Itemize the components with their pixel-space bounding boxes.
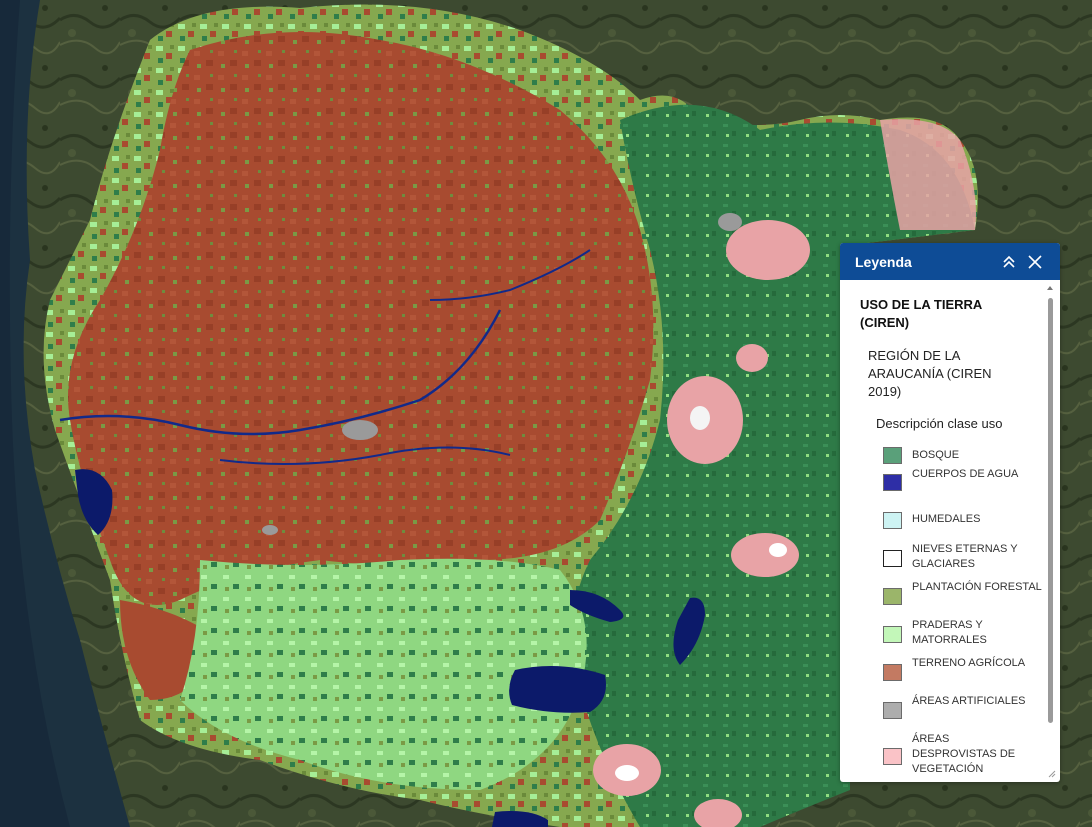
swatch-nieves [883, 550, 902, 567]
chevron-up-double-icon [1003, 255, 1015, 268]
legend-item-label: HUMEDALES [912, 513, 981, 525]
legend-item-label: ÁREAS ARTIFICIALES [912, 695, 1026, 707]
layer-title: USO DE LA TIERRA (CIREN) [860, 297, 982, 330]
field-title: Descripción clase uso [876, 416, 1003, 431]
legend-header: Leyenda [840, 243, 1060, 280]
legend-item-label: CUERPOS DE AGUA [912, 468, 1019, 480]
legend-item-praderas: PRADERAS Y MATORRALES [883, 619, 1053, 659]
legend-item-label: NIEVES ETERNAS Y GLACIARES [912, 543, 1018, 570]
legend-scrollbar[interactable] [1046, 286, 1054, 774]
legend-body[interactable]: USO DE LA TIERRA (CIREN) REGIÓN DE LA AR… [840, 280, 1060, 782]
legend-item-plantacion: PLANTACIÓN FORESTAL [883, 581, 1053, 621]
sublayer-title: REGIÓN DE LA ARAUCANÍA (CIREN 2019) [868, 348, 992, 399]
swatch-praderas [883, 626, 902, 643]
close-button[interactable] [1024, 251, 1046, 273]
close-icon [1028, 254, 1042, 269]
legend-item-humedales: HUMEDALES [883, 510, 1053, 544]
legend-panel: Leyenda USO DE LA TIERRA (CIREN) REGIÓN … [840, 243, 1060, 782]
swatch-plantacion [883, 588, 902, 605]
swatch-cuerpos-de-agua [883, 474, 902, 491]
legend-item-label: BOSQUE [912, 449, 960, 461]
legend-item-areas-artificiales: ÁREAS ARTIFICIALES [883, 695, 1053, 735]
legend-item-label: PLANTACIÓN FORESTAL [912, 581, 1042, 593]
legend-title: Leyenda [855, 253, 912, 270]
resize-grip-icon[interactable] [1046, 768, 1056, 778]
swatch-bosque [883, 447, 902, 464]
swatch-terreno-agricola [883, 664, 902, 681]
legend-item-label: ÁREAS DESPROVISTAS DE VEGETACIÓN [912, 733, 1016, 775]
swatch-areas-artificiales [883, 702, 902, 719]
legend-item-areas-desprovistas: ÁREAS DESPROVISTAS DE VEGETACIÓN [883, 733, 1053, 782]
collapse-button[interactable] [998, 251, 1020, 273]
legend-item-terreno-agricola: TERRENO AGRÍCOLA [883, 657, 1053, 697]
legend-item-label: TERRENO AGRÍCOLA [912, 657, 1026, 669]
legend-item-label: PRADERAS Y MATORRALES [912, 619, 987, 646]
swatch-humedales [883, 512, 902, 529]
scroll-thumb[interactable] [1048, 298, 1053, 723]
legend-item-cuerpos-de-agua: CUERPOS DE AGUA [883, 468, 1053, 507]
legend-item-nieves: NIEVES ETERNAS Y GLACIARES [883, 543, 1053, 583]
swatch-areas-desprovistas [883, 748, 902, 765]
scroll-up-arrow-icon[interactable] [1047, 286, 1053, 290]
